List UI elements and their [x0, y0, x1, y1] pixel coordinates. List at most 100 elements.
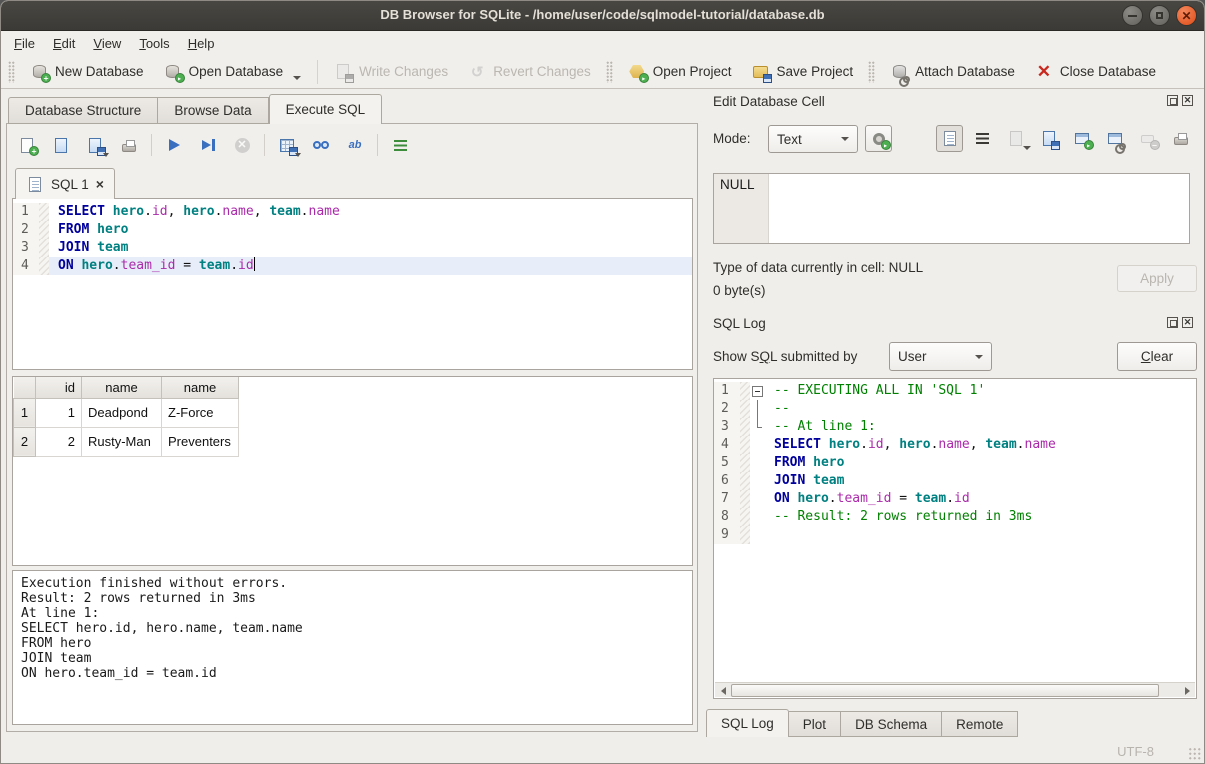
close-database-button[interactable]: ✕Close Database — [1025, 58, 1166, 86]
toolbar-drag-handle[interactable] — [8, 61, 15, 83]
code-text: SELECT hero.id, hero.name, team.name — [765, 436, 1196, 454]
log-line: 9 — [714, 526, 1196, 544]
fold-margin — [740, 526, 750, 544]
menu-item-file[interactable]: File — [5, 33, 44, 54]
open-external-button[interactable]: ▸ — [1068, 125, 1095, 152]
titlebar[interactable]: DB Browser for SQLite - /home/user/code/… — [1, 1, 1204, 31]
word-wrap-button[interactable] — [969, 125, 996, 152]
execute-line-button[interactable] — [196, 132, 220, 158]
maximize-icon[interactable] — [1149, 5, 1170, 26]
auto-switch-mode-button[interactable]: ▸ — [865, 125, 892, 152]
bottom-tab-remote[interactable]: Remote — [942, 711, 1018, 737]
chevron-down-icon[interactable] — [103, 153, 109, 157]
toolbar-drag-handle[interactable] — [868, 61, 875, 83]
float-dock-icon[interactable] — [1167, 317, 1178, 328]
save-results-button[interactable] — [275, 132, 299, 158]
resize-grip-icon[interactable] — [1188, 747, 1201, 760]
save-project-button[interactable]: Save Project — [742, 58, 864, 86]
text-cursor — [254, 257, 256, 271]
cell-value-editor[interactable]: NULL — [713, 173, 1190, 244]
float-dock-icon[interactable] — [1167, 95, 1178, 106]
chevron-down-icon[interactable] — [295, 153, 301, 157]
close-icon[interactable]: ✕ — [1176, 5, 1197, 26]
execution-message-log[interactable]: Execution finished without errors. Resul… — [12, 570, 693, 725]
format-sql-button[interactable] — [388, 132, 412, 158]
execute-all-button[interactable] — [162, 132, 186, 158]
table-cell[interactable]: Rusty-Man — [82, 427, 162, 456]
attach-database-icon — [890, 63, 908, 81]
log-line: 6JOIN team — [714, 472, 1196, 490]
sql-editor-tab[interactable]: SQL 1 × — [15, 168, 115, 199]
column-header-id[interactable]: id — [36, 377, 82, 398]
column-header-name[interactable]: name — [82, 377, 162, 398]
code-text: -- Result: 2 rows returned in 3ms — [765, 508, 1196, 526]
table-cell[interactable]: Deadpond — [82, 398, 162, 427]
tab-browse-data[interactable]: Browse Data — [158, 97, 268, 124]
table-row[interactable]: 11DeadpondZ-Force — [14, 398, 239, 427]
tab-database-structure[interactable]: Database Structure — [8, 97, 158, 124]
row-header[interactable]: 1 — [14, 398, 36, 427]
scrollbar-thumb[interactable] — [731, 684, 1159, 697]
close-dock-icon[interactable]: ✕ — [1182, 95, 1193, 106]
mode-select[interactable]: Text — [768, 125, 858, 153]
revert-changes-button[interactable]: ↺Revert Changes — [458, 58, 601, 86]
open-database-button[interactable]: ▸Open Database — [154, 58, 312, 86]
copy-link-button[interactable] — [1101, 125, 1128, 152]
menu-item-edit[interactable]: Edit — [44, 33, 84, 54]
row-header[interactable]: 2 — [14, 427, 36, 456]
export-cell-button[interactable] — [1035, 125, 1062, 152]
sql-editor[interactable]: 1SELECT hero.id, hero.name, team.name2FR… — [12, 198, 693, 370]
new-database-button[interactable]: +New Database — [20, 58, 154, 86]
chevron-down-icon[interactable] — [293, 76, 301, 80]
corner-header[interactable] — [14, 377, 36, 398]
clear-button[interactable]: Clear — [1117, 342, 1197, 371]
menu-item-tools[interactable]: Tools — [130, 33, 178, 54]
fold-minus-icon[interactable] — [750, 382, 765, 400]
toolbar-drag-handle[interactable] — [606, 61, 613, 83]
set-null-button[interactable]: − — [1134, 125, 1161, 152]
save-sql-file-button[interactable] — [83, 132, 107, 158]
open-sql-file-button[interactable] — [49, 132, 73, 158]
print-sql-button[interactable] — [117, 132, 141, 158]
bottom-tab-db-schema[interactable]: DB Schema — [841, 711, 942, 737]
new-database-icon: + — [30, 63, 48, 81]
attach-database-button[interactable]: Attach Database — [880, 58, 1025, 86]
stop-button[interactable]: ✕ — [230, 132, 254, 158]
chevron-down-icon[interactable] — [1023, 146, 1031, 150]
code-text: -- EXECUTING ALL IN 'SQL 1' — [765, 382, 1196, 400]
minimize-icon[interactable] — [1122, 5, 1143, 26]
sql-log-filter-select[interactable]: User — [889, 342, 992, 371]
horizontal-scrollbar[interactable] — [715, 682, 1195, 697]
results-table[interactable]: idnamename11DeadpondZ-Force22Rusty-ManPr… — [12, 376, 693, 566]
bottom-tab-sql-log[interactable]: SQL Log — [706, 709, 789, 737]
table-row[interactable]: 22Rusty-ManPreventers — [14, 427, 239, 456]
stop-icon: ✕ — [233, 136, 251, 154]
execute-sql-page: + ✕ ab SQL 1 × 1SELECT hero.id, hero.name,… — [6, 123, 698, 732]
bottom-tab-plot[interactable]: Plot — [789, 711, 841, 737]
scroll-right-icon[interactable] — [1180, 684, 1194, 697]
column-header-name[interactable]: name — [162, 377, 239, 398]
close-dock-icon[interactable]: ✕ — [1182, 317, 1193, 328]
apply-button[interactable]: Apply — [1117, 265, 1197, 292]
scroll-left-icon[interactable] — [716, 684, 730, 697]
open-project-button[interactable]: ▸Open Project — [618, 58, 742, 86]
fold-margin — [740, 490, 750, 508]
text-view-button[interactable] — [936, 125, 963, 152]
find-button[interactable] — [309, 132, 333, 158]
write-changes-button[interactable]: Write Changes — [324, 58, 458, 86]
export-cell-icon — [1040, 130, 1058, 148]
import-cell-button[interactable] — [1002, 125, 1029, 152]
sql-log-view[interactable]: 1-- EXECUTING ALL IN 'SQL 1'2--3-- At li… — [713, 378, 1197, 699]
table-cell[interactable]: 1 — [36, 398, 82, 427]
close-tab-icon[interactable]: × — [96, 176, 104, 192]
replace-button[interactable]: ab — [343, 132, 367, 158]
table-cell[interactable]: Z-Force — [162, 398, 239, 427]
table-cell[interactable]: Preventers — [162, 427, 239, 456]
table-cell[interactable]: 2 — [36, 427, 82, 456]
menu-item-view[interactable]: View — [84, 33, 130, 54]
print-cell-button[interactable] — [1167, 125, 1194, 152]
encoding-indicator[interactable]: UTF-8 — [1117, 744, 1154, 759]
menu-item-help[interactable]: Help — [179, 33, 224, 54]
tab-execute-sql[interactable]: Execute SQL — [269, 94, 383, 124]
open-sql-tab-button[interactable]: + — [15, 132, 39, 158]
